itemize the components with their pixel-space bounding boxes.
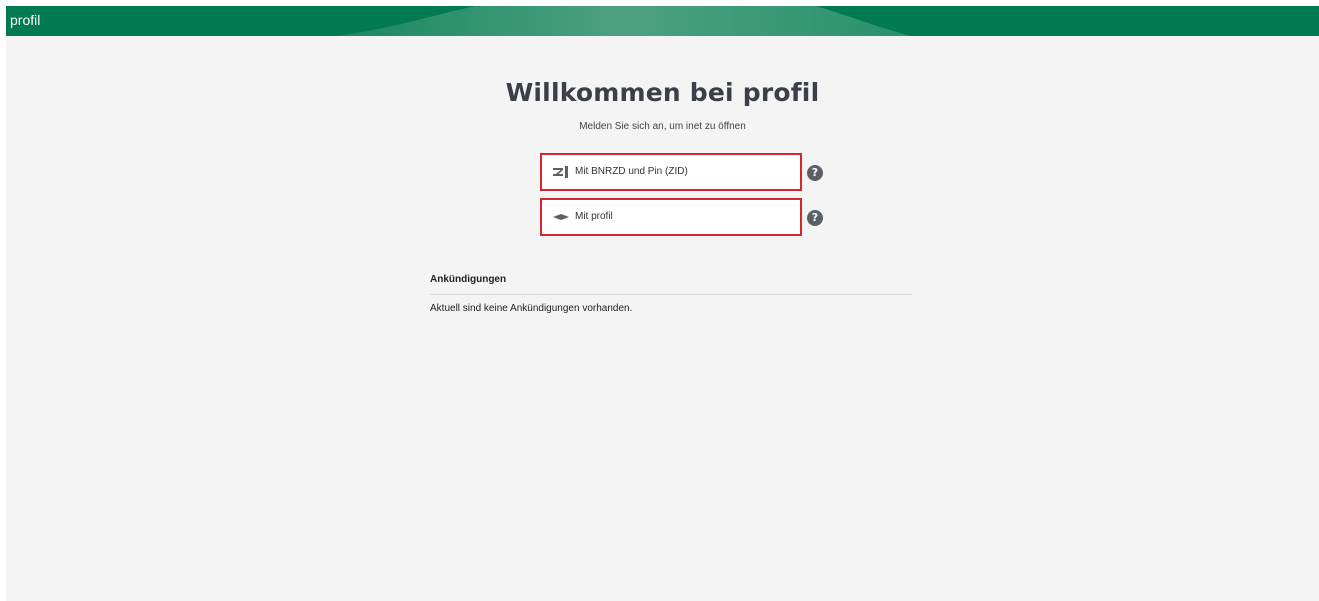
top-bar: profil xyxy=(6,6,1319,36)
login-profil-button[interactable]: Mit profil xyxy=(540,198,802,236)
login-zid-button[interactable]: Mit BNRZD und Pin (ZID) xyxy=(540,153,802,191)
profil-diamond-icon xyxy=(553,214,569,220)
app-window: profil Willkommen bei profil Melden Sie … xyxy=(6,6,1319,601)
announcements-heading: Ankündigungen xyxy=(430,274,507,285)
login-profil-label: Mit profil xyxy=(575,211,613,222)
announcements-empty-text: Aktuell sind keine Ankündigungen vorhand… xyxy=(430,303,633,314)
header-wave-decoration xyxy=(336,6,911,36)
login-zid-label: Mit BNRZD und Pin (ZID) xyxy=(575,166,688,177)
zid-card-icon xyxy=(553,166,568,178)
announcements-divider xyxy=(430,294,912,295)
brand-logo-text[interactable]: profil xyxy=(10,11,40,29)
question-mark-icon[interactable]: ? xyxy=(807,165,823,181)
question-mark-icon[interactable]: ? xyxy=(807,210,823,226)
page-title: Willkommen bei profil xyxy=(505,78,820,107)
page-subtitle: Melden Sie sich an, um inet zu öffnen xyxy=(579,121,746,132)
